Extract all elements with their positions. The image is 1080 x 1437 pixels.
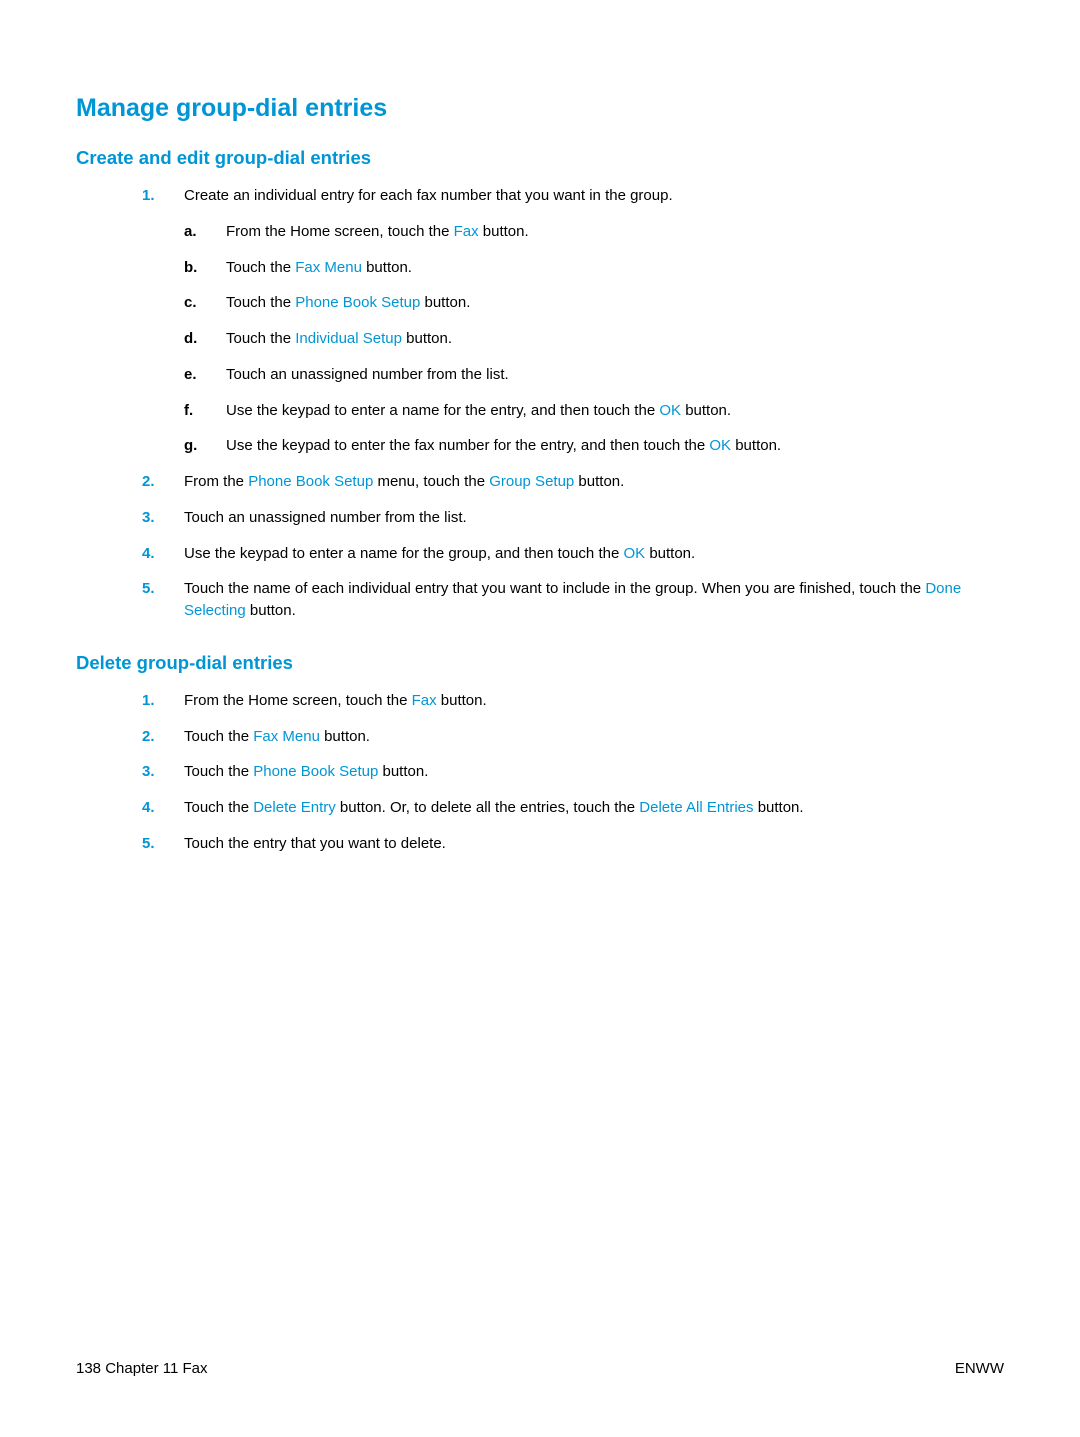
step-marker: 5. [142, 578, 155, 600]
substep-marker: d. [184, 328, 197, 350]
ui-term-ok: OK [623, 545, 645, 562]
document-page: Manage group-dial entries Create and edi… [0, 0, 1080, 1437]
step-item: 3. Touch the Phone Book Setup button. [142, 761, 1004, 783]
substep-text: Touch the Individual Setup button. [226, 330, 452, 347]
step-text: From the Phone Book Setup menu, touch th… [184, 473, 624, 490]
step-marker: 4. [142, 797, 155, 819]
step-item: 3. Touch an unassigned number from the l… [142, 507, 1004, 529]
step-marker: 1. [142, 185, 155, 207]
step-text: Touch the Delete Entry button. Or, to de… [184, 799, 804, 816]
step-text: Use the keypad to enter a name for the g… [184, 545, 695, 562]
step-text: Touch an unassigned number from the list… [184, 509, 467, 526]
substep-item: b. Touch the Fax Menu button. [184, 257, 1004, 279]
substep-item: e. Touch an unassigned number from the l… [184, 364, 1004, 386]
substep-text: Touch the Phone Book Setup button. [226, 294, 470, 311]
ui-term-fax: Fax [412, 692, 437, 709]
step-marker: 2. [142, 471, 155, 493]
ui-term-individual-setup: Individual Setup [295, 330, 402, 347]
step-marker: 1. [142, 690, 155, 712]
step-item: 1. From the Home screen, touch the Fax b… [142, 690, 1004, 712]
section-heading-delete: Delete group-dial entries [76, 652, 1004, 674]
step-marker: 5. [142, 833, 155, 855]
step-marker: 4. [142, 543, 155, 565]
step-item: 1. Create an individual entry for each f… [142, 185, 1004, 457]
step-item: 5. Touch the entry that you want to dele… [142, 833, 1004, 855]
substep-marker: g. [184, 435, 197, 457]
ui-term-group-setup: Group Setup [489, 473, 574, 490]
section-create: Create and edit group-dial entries 1. Cr… [76, 147, 1004, 622]
ui-term-ok: OK [709, 437, 731, 454]
ui-term-phone-book-setup: Phone Book Setup [295, 294, 420, 311]
step-item: 4. Touch the Delete Entry button. Or, to… [142, 797, 1004, 819]
ui-term-delete-all-entries: Delete All Entries [639, 799, 753, 816]
ui-term-phone-book-setup: Phone Book Setup [253, 763, 378, 780]
substep-item: a. From the Home screen, touch the Fax b… [184, 221, 1004, 243]
step-item: 2. Touch the Fax Menu button. [142, 726, 1004, 748]
substep-text: Touch the Fax Menu button. [226, 259, 412, 276]
step-text: Touch the Phone Book Setup button. [184, 763, 428, 780]
section-delete: Delete group-dial entries 1. From the Ho… [76, 652, 1004, 855]
ui-term-fax-menu: Fax Menu [253, 728, 320, 745]
page-title: Manage group-dial entries [76, 94, 1004, 123]
step-item: 4. Use the keypad to enter a name for th… [142, 543, 1004, 565]
step-marker: 3. [142, 507, 155, 529]
step-marker: 3. [142, 761, 155, 783]
substep-marker: a. [184, 221, 197, 243]
steps-list-delete: 1. From the Home screen, touch the Fax b… [142, 690, 1004, 855]
step-marker: 2. [142, 726, 155, 748]
substep-text: Use the keypad to enter a name for the e… [226, 402, 731, 419]
substep-text: Use the keypad to enter the fax number f… [226, 437, 781, 454]
step-text: From the Home screen, touch the Fax butt… [184, 692, 487, 709]
footer-right: ENWW [955, 1360, 1004, 1377]
substep-item: d. Touch the Individual Setup button. [184, 328, 1004, 350]
step-text: Touch the name of each individual entry … [184, 580, 961, 619]
step-text: Touch the entry that you want to delete. [184, 835, 446, 852]
ui-term-fax: Fax [454, 223, 479, 240]
step-item: 5. Touch the name of each individual ent… [142, 578, 1004, 622]
ui-term-ok: OK [659, 402, 681, 419]
substep-marker: c. [184, 292, 197, 314]
ui-term-phone-book-setup: Phone Book Setup [248, 473, 373, 490]
steps-list-create: 1. Create an individual entry for each f… [142, 185, 1004, 622]
substep-item: g. Use the keypad to enter the fax numbe… [184, 435, 1004, 457]
substep-item: f. Use the keypad to enter a name for th… [184, 400, 1004, 422]
substeps-list: a. From the Home screen, touch the Fax b… [184, 221, 1004, 457]
substep-marker: e. [184, 364, 197, 386]
step-text: Touch the Fax Menu button. [184, 728, 370, 745]
footer-left: 138 Chapter 11 Fax [76, 1360, 207, 1377]
page-footer: 138 Chapter 11 Fax ENWW [76, 1360, 1004, 1377]
substep-marker: b. [184, 257, 197, 279]
substep-text: Touch an unassigned number from the list… [226, 366, 509, 383]
ui-term-fax-menu: Fax Menu [295, 259, 362, 276]
ui-term-delete-entry: Delete Entry [253, 799, 336, 816]
step-text: Create an individual entry for each fax … [184, 187, 673, 204]
substep-marker: f. [184, 400, 193, 422]
substep-text: From the Home screen, touch the Fax butt… [226, 223, 529, 240]
section-heading-create: Create and edit group-dial entries [76, 147, 1004, 169]
step-item: 2. From the Phone Book Setup menu, touch… [142, 471, 1004, 493]
substep-item: c. Touch the Phone Book Setup button. [184, 292, 1004, 314]
